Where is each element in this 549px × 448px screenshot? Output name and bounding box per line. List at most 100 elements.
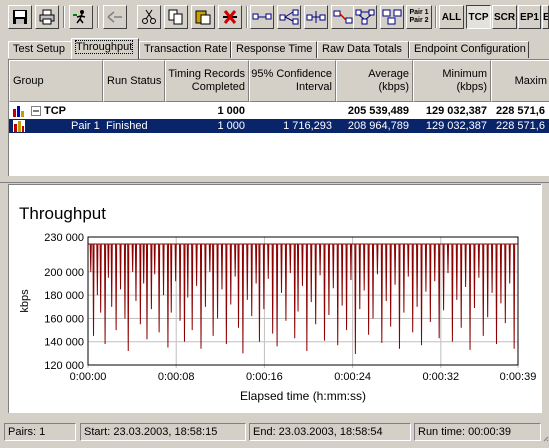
- column-header-maximum[interactable]: Maxim: [491, 60, 549, 102]
- status-bar: Pairs: 1 Start: 23.03.2003, 18:58:15 End…: [0, 419, 549, 446]
- throughput-chart-panel: Throughput 120 000 140 000 160 000 180 000 2…: [8, 184, 541, 413]
- column-header-timing-records[interactable]: Timing Records Completed: [165, 60, 249, 102]
- filter-e-button[interactable]: E: [542, 5, 549, 29]
- delete-icon: [223, 10, 237, 24]
- pair-maximum: 228 571,6: [496, 120, 545, 132]
- y-tick-label: 160 000: [44, 313, 84, 325]
- x-axis-label: Elapsed time (h:mm:ss): [240, 389, 366, 403]
- pair-minimum: 129 032,387: [425, 120, 487, 132]
- results-grid: Group Run Status Timing Records Complete…: [8, 59, 549, 176]
- group-label: TCP: [44, 105, 66, 117]
- pair-button[interactable]: [250, 5, 274, 29]
- filter-ep1-button[interactable]: EP1: [518, 5, 541, 29]
- copy-icon: [168, 9, 183, 25]
- x-tick-label: 0:00:00: [70, 371, 107, 383]
- y-axis-label: kbps: [19, 289, 31, 313]
- column-header-average[interactable]: Average (kbps): [336, 60, 413, 102]
- column-header-run-status[interactable]: Run Status: [103, 60, 165, 102]
- tab-transaction-rate[interactable]: Transaction Rate: [139, 41, 231, 58]
- tab-test-setup[interactable]: Test Setup: [8, 41, 72, 58]
- x-tick-label: 0:00:39: [500, 371, 537, 383]
- throughput-chart: Throughput 120 000140 000160 000180 0002…: [19, 204, 537, 403]
- delete-button[interactable]: [218, 5, 242, 29]
- y-tick-label: 230 000: [44, 232, 84, 244]
- y-tick-label: 140 000: [44, 337, 84, 349]
- status-start-time: Start: 23.03.2003, 18:58:15: [80, 423, 246, 441]
- stop-icon: [107, 11, 122, 23]
- tab-response-time[interactable]: Response Time: [231, 41, 317, 58]
- pair-confidence-interval: 1 716,293: [283, 120, 332, 132]
- paste-icon: [195, 10, 211, 25]
- print-icon: [39, 9, 55, 25]
- save-icon: [13, 10, 27, 24]
- tab-throughput[interactable]: Throughput: [71, 38, 139, 59]
- edit-pair-icon: [333, 10, 353, 24]
- chart-title: Throughput: [19, 204, 106, 223]
- filter-tcp-button[interactable]: TCP: [466, 5, 491, 29]
- throughput-series-line: [88, 243, 518, 354]
- table-row-pair-1[interactable]: Pair 1 Finished 1 000 1 716,293 208 964,…: [9, 119, 549, 133]
- filter-all-label: ALL: [441, 11, 462, 23]
- pair-label-2: Pair 2: [409, 17, 429, 24]
- toolbar: Pair 1 Pair 2 ALL TCP SCR EP1 E: [0, 0, 549, 36]
- group-timing-records: 1 000: [217, 105, 245, 117]
- status-pairs: Pairs: 1: [4, 423, 76, 441]
- result-tabs: Test Setup Throughput Transaction Rate R…: [0, 38, 549, 59]
- pair-label-1: Pair 1: [409, 9, 429, 16]
- x-tick-label: 0:00:08: [158, 371, 195, 383]
- tab-raw-data-totals[interactable]: Raw Data Totals: [317, 41, 409, 58]
- group-average: 205 539,489: [347, 105, 409, 117]
- group-button[interactable]: [380, 5, 404, 29]
- filter-tcp-label: TCP: [468, 11, 489, 23]
- x-tick-label: 0:00:24: [334, 371, 371, 383]
- run-button[interactable]: [69, 5, 93, 29]
- print-button[interactable]: [35, 5, 59, 29]
- cut-button[interactable]: [137, 5, 161, 29]
- multicast-pair-button[interactable]: [277, 5, 301, 29]
- pair-icon: [252, 13, 272, 20]
- insert-pair-icon: [306, 11, 326, 23]
- insert-pair-button[interactable]: [304, 5, 328, 29]
- column-header-group[interactable]: Group: [9, 60, 103, 102]
- paste-button[interactable]: [191, 5, 215, 29]
- group-bar-icon: [13, 105, 25, 119]
- run-icon: [73, 10, 86, 24]
- network-icon: [355, 9, 375, 25]
- pair-labels-button[interactable]: Pair 1 Pair 2: [406, 5, 432, 29]
- chart-scrollbar[interactable]: [541, 184, 549, 413]
- tab-endpoint-configuration[interactable]: Endpoint Configuration: [409, 41, 529, 58]
- filter-e-label: E: [543, 12, 548, 23]
- group-maximum: 228 571,6: [496, 105, 545, 117]
- status-run-time: Run time: 00:00:39: [414, 423, 541, 441]
- group-minimum: 129 032,387: [425, 105, 487, 117]
- pair-status: Finished: [106, 120, 148, 132]
- multicast-pair-icon: [279, 9, 299, 25]
- x-tick-label: 0:00:16: [246, 371, 283, 383]
- x-tick-label: 0:00:32: [422, 371, 459, 383]
- y-tick-label: 180 000: [44, 290, 84, 302]
- group-icon: [382, 9, 402, 25]
- edit-pair-button[interactable]: [331, 5, 355, 29]
- y-tick-label: 200 000: [44, 267, 84, 279]
- pair-label: Pair 1: [71, 120, 100, 132]
- stop-button[interactable]: [103, 5, 127, 29]
- resize-grip-icon[interactable]: [541, 433, 549, 445]
- save-button[interactable]: [8, 5, 32, 29]
- y-axis-ticks: 120 000140 000160 000180 000200 000230 0…: [44, 232, 84, 372]
- column-header-confidence-interval[interactable]: 95% Confidence Interval: [249, 60, 336, 102]
- copy-button[interactable]: [164, 5, 188, 29]
- pair-timing-records: 1 000: [217, 120, 245, 132]
- filter-scr-button[interactable]: SCR: [492, 5, 517, 29]
- cut-icon: [142, 9, 156, 24]
- collapse-icon[interactable]: [31, 106, 41, 120]
- column-header-minimum[interactable]: Minimum (kbps): [413, 60, 491, 102]
- status-end-time: End: 23.03.2003, 18:58:54: [249, 423, 411, 441]
- table-row-group-tcp[interactable]: TCP 1 000 205 539,489 129 032,387 228 57…: [9, 104, 549, 118]
- filter-scr-label: SCR: [493, 11, 516, 23]
- network-button[interactable]: [353, 5, 377, 29]
- pair-average: 208 964,789: [347, 120, 409, 132]
- x-axis-ticks: 0:00:00 0:00:08 0:00:16 0:00:24 0:00:32 0:00:…: [70, 371, 537, 383]
- filter-all-button[interactable]: ALL: [439, 5, 464, 29]
- filter-ep1-label: EP1: [520, 11, 539, 23]
- pane-splitter[interactable]: [0, 177, 549, 183]
